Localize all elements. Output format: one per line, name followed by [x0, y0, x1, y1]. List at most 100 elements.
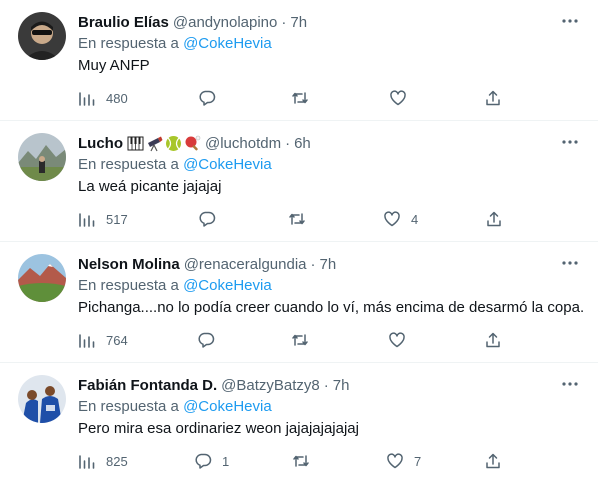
views-count: 517: [106, 211, 128, 227]
share-icon: [486, 332, 500, 348]
bar-chart-icon: [79, 213, 95, 227]
separator-dot: ·: [323, 376, 329, 394]
reply-mention-link[interactable]: @CokeHevia: [183, 156, 272, 173]
retweet-icon: [293, 455, 309, 467]
reply-prefix: En respuesta a: [78, 277, 179, 294]
share-button[interactable]: [485, 209, 503, 229]
more-options-icon[interactable]: [560, 12, 580, 30]
avatar[interactable]: [18, 12, 66, 60]
views-button[interactable]: 517: [78, 209, 128, 229]
reply-prefix: En respuesta a: [78, 398, 179, 415]
reply-mention-link[interactable]: @CokeHevia: [183, 35, 272, 52]
avatar[interactable]: [18, 375, 66, 423]
author-handle[interactable]: @andynolapino: [173, 14, 277, 31]
separator-dot: ·: [281, 13, 287, 31]
like-button[interactable]: 4: [383, 209, 418, 229]
reply-button[interactable]: [198, 209, 226, 229]
tennis-ball-emoji: [166, 135, 181, 151]
share-icon: [486, 453, 500, 469]
bar-chart-icon: [79, 455, 95, 469]
reply-button[interactable]: [197, 330, 225, 350]
timestamp[interactable]: 7h: [290, 14, 307, 31]
heart-icon: [387, 453, 403, 469]
action-bar: 764: [78, 330, 500, 350]
tweet-text: La weá picante jajajaj: [78, 178, 222, 195]
reply-mention-link[interactable]: @CokeHevia: [183, 398, 272, 415]
reply-count: 1: [222, 453, 230, 469]
reply-button[interactable]: 1: [194, 451, 229, 471]
piano-emoji: [127, 136, 144, 150]
like-button[interactable]: [389, 88, 417, 108]
author-name[interactable]: Fabián Fontanda D.: [78, 377, 217, 394]
share-icon: [486, 90, 500, 106]
more-options-icon[interactable]: [560, 254, 580, 272]
retweet-button[interactable]: [292, 451, 320, 471]
like-button[interactable]: 7: [386, 451, 421, 471]
reply-prefix: En respuesta a: [78, 35, 179, 52]
avatar[interactable]: [18, 254, 66, 302]
views-count: 764: [106, 332, 128, 348]
action-bar: 825 1 7: [78, 451, 500, 471]
reply-context: En respuesta a @CokeHevia: [78, 35, 272, 52]
share-button[interactable]: [484, 330, 502, 350]
share-button[interactable]: [484, 88, 502, 108]
tweet-text: Pero mira esa ordinariez weon jajajajaja…: [78, 420, 359, 437]
retweet-button[interactable]: [291, 330, 319, 350]
timestamp[interactable]: 6h: [294, 135, 311, 152]
reply-context: En respuesta a @CokeHevia: [78, 398, 272, 415]
avatar[interactable]: [18, 133, 66, 181]
telescope-emoji: [148, 136, 163, 151]
tweet-reply[interactable]: Lucho @luchotdm · 6h En respuesta a @Cok…: [0, 121, 598, 242]
tweet-text: Pichanga....no lo podía creer cuando lo …: [78, 299, 585, 316]
heart-icon: [390, 90, 406, 106]
bar-chart-icon: [79, 92, 95, 106]
views-button[interactable]: 480: [78, 88, 128, 108]
heart-icon: [389, 332, 405, 348]
author-handle[interactable]: @BatzyBatzy8: [221, 377, 320, 394]
reply-bubble-icon: [195, 453, 212, 469]
action-bar: 517 4: [78, 209, 501, 229]
heart-icon: [384, 211, 400, 227]
reply-bubble-icon: [199, 90, 216, 106]
retweet-icon: [292, 334, 308, 346]
author-name[interactable]: Nelson Molina: [78, 256, 180, 273]
views-count: 825: [106, 453, 128, 469]
share-icon: [487, 211, 501, 227]
retweet-icon: [292, 92, 308, 104]
author-handle[interactable]: @luchotdm: [205, 135, 281, 152]
reply-prefix: En respuesta a: [78, 156, 179, 173]
retweet-button[interactable]: [288, 209, 316, 229]
separator-dot: ·: [310, 255, 316, 273]
action-bar: 480: [78, 88, 500, 108]
reply-bubble-icon: [199, 211, 216, 227]
share-button[interactable]: [484, 451, 502, 471]
views-button[interactable]: 825: [78, 451, 128, 471]
more-options-icon[interactable]: [560, 375, 580, 393]
tweet-reply[interactable]: Braulio Elías @andynolapino · 7h En resp…: [0, 0, 598, 121]
like-button[interactable]: [388, 330, 416, 350]
retweet-icon: [289, 213, 305, 225]
reply-bubble-icon: [198, 332, 215, 348]
retweet-button[interactable]: [291, 88, 319, 108]
views-count: 480: [106, 90, 128, 106]
timestamp[interactable]: 7h: [320, 256, 337, 273]
reply-button[interactable]: [198, 88, 226, 108]
like-count: 4: [411, 211, 419, 227]
author-handle[interactable]: @renaceralgundia: [184, 256, 307, 273]
bar-chart-icon: [79, 334, 95, 348]
tweet-reply[interactable]: Fabián Fontanda D. @BatzyBatzy8 · 7h En …: [0, 363, 598, 479]
reply-mention-link[interactable]: @CokeHevia: [183, 277, 272, 294]
name-emojis: [127, 135, 201, 152]
tweet-text: Muy ANFP: [78, 57, 150, 74]
ping-pong-emoji: [185, 135, 201, 150]
reply-context: En respuesta a @CokeHevia: [78, 156, 272, 173]
tweet-reply[interactable]: Nelson Molina @renaceralgundia · 7h En r…: [0, 242, 598, 363]
views-button[interactable]: 764: [78, 330, 128, 350]
separator-dot: ·: [285, 134, 291, 152]
more-options-icon[interactable]: [560, 133, 580, 151]
author-name[interactable]: Braulio Elías: [78, 14, 169, 31]
author-name[interactable]: Lucho: [78, 135, 123, 152]
timestamp[interactable]: 7h: [333, 377, 350, 394]
reply-context: En respuesta a @CokeHevia: [78, 277, 272, 294]
like-count: 7: [414, 453, 422, 469]
